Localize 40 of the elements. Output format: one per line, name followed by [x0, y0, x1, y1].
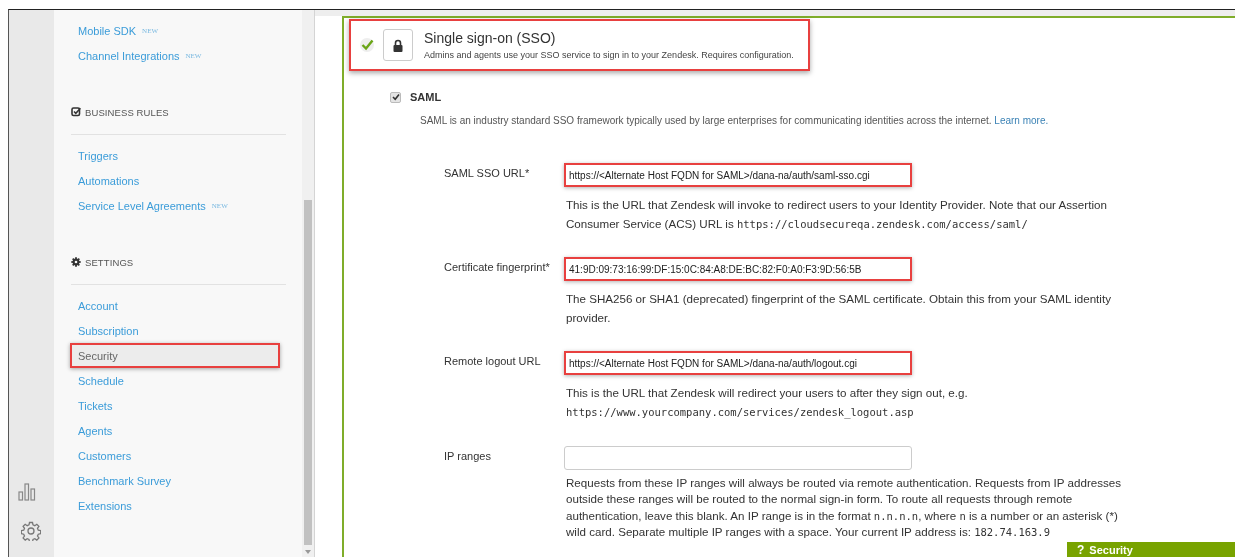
lock-icon: [393, 38, 403, 52]
help-text: This is the URL that Zendesk will invoke to redirect users to your Identity Provider. Note that our Assertion Consumer Service (ACS) URL is https://cloudsecureqa.zendesk.com/access/saml/: [565, 197, 1108, 232]
settings-icon[interactable]: [21, 521, 41, 541]
input-field[interactable]: [564, 445, 912, 470]
sidebar-item[interactable]: Agents: [70, 418, 286, 443]
sidebar-item[interactable]: Subscription: [70, 318, 286, 343]
help-tab[interactable]: ? Security: [1067, 542, 1235, 557]
section-title: Single sign-on (SSO): [424, 30, 557, 46]
scroll-down-arrow-icon[interactable]: [304, 549, 312, 555]
sidebar-item[interactable]: Benchmark Survey: [70, 468, 286, 493]
bar-chart-icon[interactable]: [18, 483, 36, 501]
section-description: Admins and agents use your SSO service to sign in to your Zendesk. Requires configuration.: [424, 50, 794, 60]
help-text: The SHA256 or SHA1 (deprecated) fingerprint of the SAML certificate. Obtain this from your SAML identity provider.: [565, 291, 1112, 326]
input-field[interactable]: https://<Alternate Host FQDN for SAML>/dana-na/auth/saml-sso.cgi: [564, 163, 912, 187]
sidebar-item[interactable]: Security: [70, 343, 280, 368]
checklist-icon: [71, 107, 81, 117]
sidebar-item[interactable]: Triggers: [70, 143, 286, 168]
field-label: Remote logout URL: [444, 354, 542, 370]
learn-more-link[interactable]: Learn more.: [994, 115, 1049, 126]
saml-description: SAML is an industry standard SSO framework typically used by large enterprises for communicating identities across the internet. Learn more.: [420, 115, 1050, 126]
sidebar-item[interactable]: Account: [70, 293, 286, 318]
sidebar-item[interactable]: Customers: [70, 443, 286, 468]
section-heading: SETTINGS: [85, 256, 134, 268]
sidebar-item[interactable]: Schedule: [70, 368, 286, 393]
lock-button[interactable]: [383, 29, 413, 61]
field-label: Certificate fingerprint*: [444, 260, 551, 276]
section-heading: BUSINESS RULES: [85, 106, 169, 118]
saml-checkbox[interactable]: [390, 91, 401, 103]
field-label: SAML SSO URL*: [444, 166, 531, 181]
settings-icon: [71, 257, 81, 267]
help-text: This is the URL that Zendesk will redirect your users to after they sign out, e.g. https://www.yourcompany.com/services/zendesk_logout.asp: [565, 385, 969, 421]
input-field[interactable]: 41:9D:09:73:16:99:DF:15:0C:84:A8:DE:BC:82:F0:A0:F3:9D:56:5B: [564, 257, 912, 282]
sidebar-item[interactable]: Extensions: [70, 493, 286, 518]
checkbox-label: SAML: [410, 91, 442, 103]
help-text: Requests from these IP ranges will always be routed via remote authentication. Requests from IP addresses outside these ranges will be routed to the normal sign-in form. To route all requests through remote authentication, leave this blank. An IP range is in the format n.n.n.n, where n is a number or an asterisk (*) wild card. Separate multiple IP ranges with a space. Your current IP address is: 182.74.163.9: [565, 474, 1123, 541]
field-label: IP ranges: [444, 448, 492, 464]
sidebar-item[interactable]: Tickets: [70, 393, 286, 418]
input-field[interactable]: https://<Alternate Host FQDN for SAML>/dana-na/auth/logout.cgi: [564, 351, 912, 376]
scrollbar[interactable]: [302, 10, 315, 557]
sidebar-item[interactable]: Automations: [70, 168, 286, 193]
